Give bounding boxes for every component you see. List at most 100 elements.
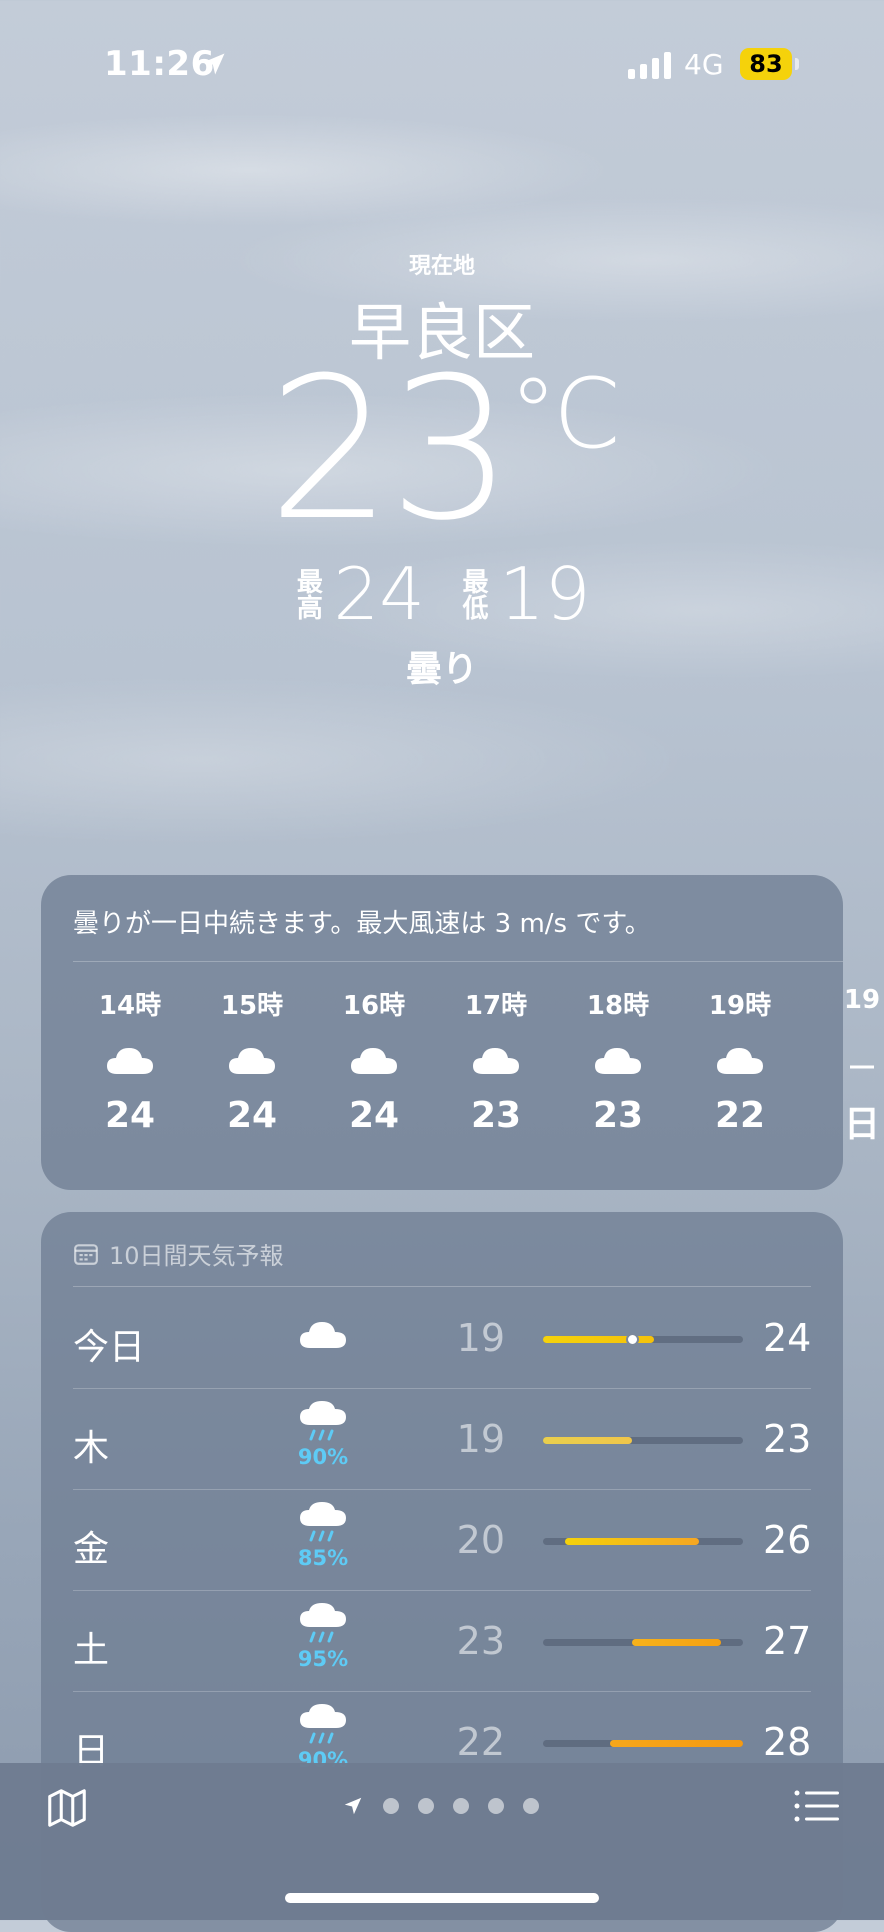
day-label: 土 bbox=[73, 1630, 110, 1671]
low-temp: 19 bbox=[499, 552, 591, 636]
divider bbox=[73, 961, 843, 962]
hour-temp: 24 bbox=[348, 1095, 400, 1136]
hourly-item: 18時 23 bbox=[557, 985, 679, 1147]
low-temp: 19 bbox=[456, 1316, 505, 1360]
high-temp: 24 bbox=[333, 552, 425, 636]
rain-cloud-icon: 95% bbox=[283, 1603, 363, 1671]
cloud-icon bbox=[557, 1025, 679, 1095]
hourly-list[interactable]: 14時 24 15時 24 16時 24 17時 23 18時 23 19時 22 19 日 bbox=[69, 985, 884, 1147]
current-temp-marker bbox=[625, 1333, 639, 1346]
sunset-icon bbox=[801, 1025, 884, 1095]
hourly-item: 19 日 bbox=[801, 985, 884, 1147]
day-label: 今日 bbox=[73, 1327, 146, 1368]
status-time: 11:26 bbox=[104, 44, 215, 84]
hour-label: 18時 bbox=[586, 991, 650, 1021]
hour-label: 19 bbox=[843, 985, 881, 1015]
high-low: 最高 24 最低 19 bbox=[0, 552, 884, 636]
hourly-forecast-card[interactable]: 曇りが一日中続きます。最大風速は 3 m/s です。 14時 24 15時 24 16時… bbox=[41, 875, 880, 1190]
battery-tip bbox=[795, 58, 799, 70]
cloud-icon bbox=[191, 1025, 313, 1095]
temperature-value: 23 bbox=[267, 336, 513, 564]
location-arrow-icon bbox=[344, 1797, 362, 1815]
high-temp: 27 bbox=[763, 1619, 812, 1663]
list-icon bbox=[794, 1790, 839, 1822]
low-temp: 19 bbox=[456, 1417, 505, 1461]
high-label: 最高 bbox=[292, 568, 323, 620]
temp-range-bar bbox=[543, 1333, 743, 1346]
divider bbox=[73, 1286, 811, 1287]
hour-temp: 22 bbox=[714, 1095, 766, 1136]
daily-row[interactable]: 土 95% 23 27 bbox=[73, 1591, 812, 1692]
daily-header: 10日間天気予報 bbox=[73, 1236, 284, 1271]
cloud-icon bbox=[69, 1025, 191, 1095]
condition-text: 曇り bbox=[405, 649, 478, 690]
precip-chance: 95% bbox=[297, 1647, 349, 1671]
location-list-button[interactable] bbox=[794, 1789, 840, 1827]
hour-label: 19時 bbox=[708, 991, 772, 1021]
hourly-summary: 曇りが一日中続きます。最大風速は 3 m/s です。 bbox=[73, 909, 651, 939]
temp-range-bar bbox=[543, 1437, 743, 1444]
rain-cloud-icon: 90% bbox=[283, 1401, 363, 1469]
day-label: 木 bbox=[73, 1428, 110, 1469]
page-dot[interactable] bbox=[488, 1798, 504, 1814]
temp-range-fill bbox=[565, 1538, 699, 1545]
hourly-item: 15時 24 bbox=[191, 985, 313, 1147]
high-temp: 26 bbox=[763, 1518, 812, 1562]
hourly-item: 17時 23 bbox=[435, 985, 557, 1147]
page-dot[interactable] bbox=[523, 1798, 539, 1814]
hourly-item: 16時 24 bbox=[313, 985, 435, 1147]
current-temperature: 23°C bbox=[0, 352, 884, 548]
daily-row[interactable]: 今日 19 24 bbox=[73, 1288, 812, 1389]
page-dot[interactable] bbox=[418, 1798, 434, 1814]
temp-range-fill bbox=[609, 1740, 743, 1747]
hour-label: 15時 bbox=[220, 991, 284, 1021]
map-icon bbox=[48, 1789, 86, 1827]
home-indicator[interactable] bbox=[285, 1893, 599, 1903]
high-temp: 24 bbox=[763, 1316, 812, 1360]
map-button[interactable] bbox=[44, 1785, 90, 1835]
cloud-icon bbox=[435, 1025, 557, 1095]
hourly-item: 14時 24 bbox=[69, 985, 191, 1147]
battery-indicator: 83 bbox=[740, 48, 792, 80]
hour-label: 17時 bbox=[464, 991, 528, 1021]
daily-title: 10日間天気予報 bbox=[109, 1242, 284, 1270]
low-temp: 20 bbox=[456, 1518, 505, 1562]
page-indicator[interactable] bbox=[342, 1795, 539, 1817]
hour-temp: 23 bbox=[592, 1095, 644, 1136]
hourly-item: 19時 22 bbox=[679, 985, 801, 1147]
low-temp: 22 bbox=[456, 1720, 505, 1764]
rain-cloud-icon: 85% bbox=[283, 1502, 363, 1570]
hour-label: 16時 bbox=[342, 991, 406, 1021]
location-arrow-icon bbox=[200, 50, 228, 82]
hour-temp: 23 bbox=[470, 1095, 522, 1136]
hour-temp: 24 bbox=[104, 1095, 156, 1136]
current-location-label: 現在地 bbox=[408, 254, 475, 279]
temp-range-bar bbox=[543, 1740, 743, 1747]
network-type: 4G bbox=[684, 48, 724, 81]
cloud-icon bbox=[313, 1025, 435, 1095]
cellular-signal-icon bbox=[628, 52, 671, 79]
daily-row[interactable]: 金 85% 20 26 bbox=[73, 1490, 812, 1591]
low-temp: 23 bbox=[456, 1619, 505, 1663]
day-label: 金 bbox=[73, 1529, 110, 1570]
temp-range-bar bbox=[543, 1538, 743, 1545]
page-dot[interactable] bbox=[383, 1798, 399, 1814]
page-dot[interactable] bbox=[453, 1798, 469, 1814]
calendar-icon bbox=[74, 1243, 98, 1265]
hour-label: 14時 bbox=[98, 991, 162, 1021]
low-label: 最低 bbox=[458, 568, 488, 620]
high-temp: 23 bbox=[763, 1417, 812, 1461]
high-temp: 28 bbox=[763, 1720, 812, 1764]
precip-chance: 85% bbox=[297, 1546, 349, 1570]
temp-range-fill bbox=[631, 1639, 721, 1646]
temp-range-bar bbox=[543, 1639, 743, 1646]
precip-chance: 90% bbox=[297, 1445, 349, 1469]
temperature-unit: °C bbox=[509, 358, 620, 470]
cloud-icon bbox=[679, 1025, 801, 1095]
rain-cloud-icon: 90% bbox=[283, 1704, 363, 1772]
hour-temp: 日 bbox=[843, 1104, 880, 1145]
hour-temp: 24 bbox=[226, 1095, 278, 1136]
daily-row[interactable]: 木 90% 19 23 bbox=[73, 1389, 812, 1490]
cloud-icon bbox=[283, 1318, 363, 1354]
temp-range-fill bbox=[543, 1437, 632, 1444]
